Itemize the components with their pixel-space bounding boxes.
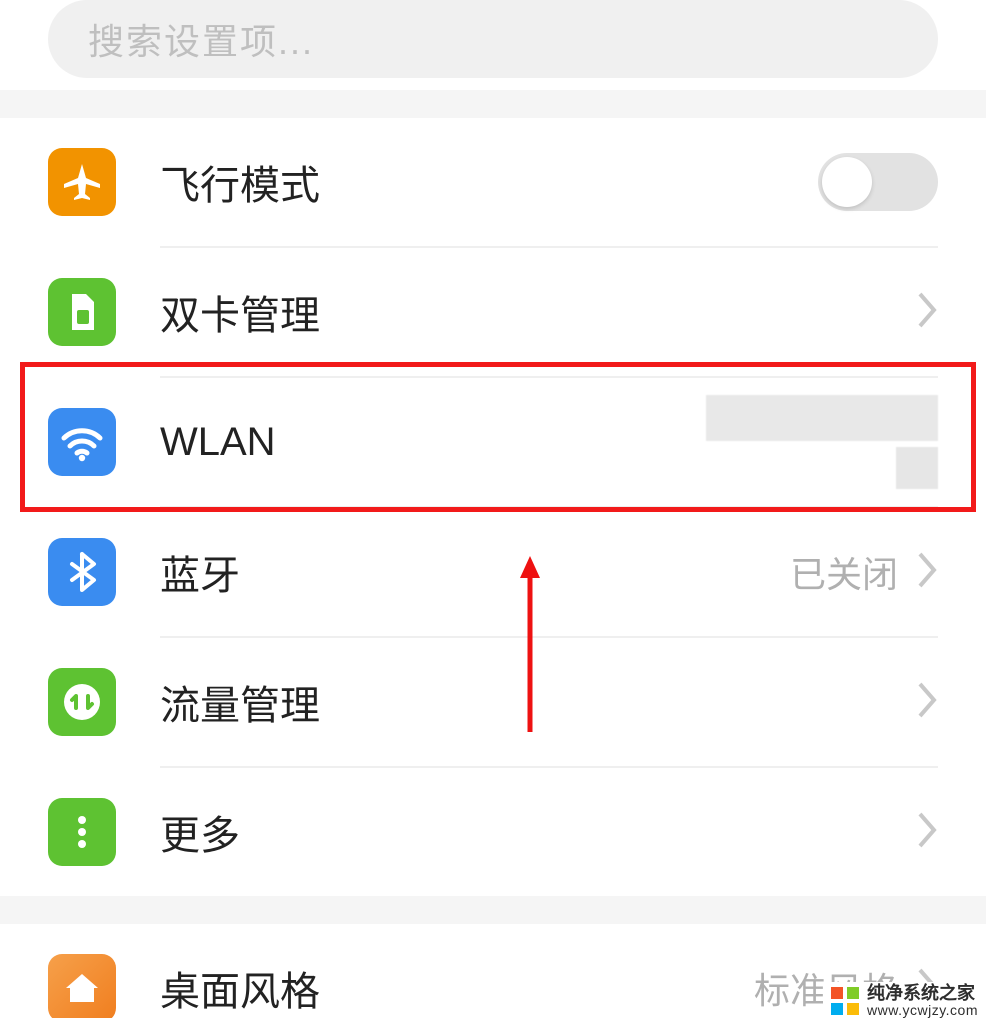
more-label: 更多: [160, 803, 240, 861]
search-input[interactable]: 搜索设置项...: [48, 0, 938, 78]
watermark-logo-icon: [831, 987, 859, 1015]
chevron-right-icon: [916, 550, 938, 595]
chevron-right-icon: [916, 290, 938, 335]
chevron-right-icon: [916, 810, 938, 855]
row-bluetooth[interactable]: 蓝牙 已关闭: [0, 508, 986, 636]
toggle-knob: [822, 157, 872, 207]
watermark-title: 纯净系统之家: [867, 984, 978, 1003]
group-network: 飞行模式 双卡管理: [0, 118, 986, 896]
search-placeholder: 搜索设置项...: [88, 13, 314, 65]
data-label: 流量管理: [160, 673, 320, 731]
row-data-usage[interactable]: 流量管理: [0, 638, 986, 766]
wifi-icon: [48, 408, 116, 476]
home-icon: [48, 954, 116, 1018]
row-sim-management[interactable]: 双卡管理: [0, 248, 986, 376]
wlan-value-blurred: [706, 395, 938, 489]
search-section: 搜索设置项...: [0, 0, 986, 90]
home-label: 桌面风格: [160, 959, 320, 1017]
watermark: 纯净系统之家 www.ycwjzy.com: [823, 982, 986, 1018]
airplane-label: 飞行模式: [160, 153, 320, 211]
wlan-label: WLAN: [160, 420, 276, 465]
airplane-icon: [48, 148, 116, 216]
more-icon: [48, 798, 116, 866]
sim-label: 双卡管理: [160, 283, 320, 341]
bluetooth-icon: [48, 538, 116, 606]
row-more[interactable]: 更多: [0, 768, 986, 896]
bluetooth-value: 已关闭: [790, 546, 898, 598]
sim-icon: [48, 278, 116, 346]
data-icon: [48, 668, 116, 736]
settings-screen: 搜索设置项... 飞行模式 双卡管理: [0, 0, 986, 1018]
watermark-url: www.ycwjzy.com: [867, 1003, 978, 1018]
airplane-toggle[interactable]: [818, 153, 938, 211]
row-airplane-mode[interactable]: 飞行模式: [0, 118, 986, 246]
bluetooth-label: 蓝牙: [160, 543, 240, 601]
row-wlan[interactable]: WLAN: [0, 378, 986, 506]
chevron-right-icon: [916, 680, 938, 725]
